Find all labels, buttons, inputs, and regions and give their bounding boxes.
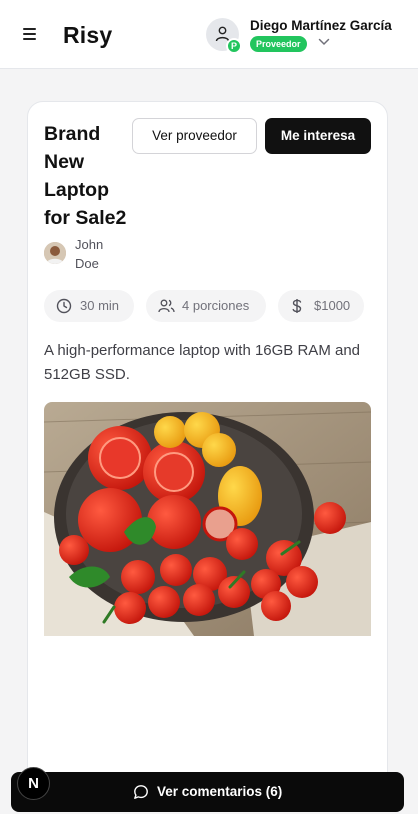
author-avatar: [44, 242, 66, 264]
view-comments-button[interactable]: Ver comentarios (6): [11, 772, 404, 812]
price-value: $1000: [314, 298, 351, 313]
product-title: Brand New Laptop for Sale2: [44, 123, 127, 229]
message-circle-icon: [134, 785, 148, 799]
dev-tools-badge[interactable]: N: [17, 767, 50, 800]
dollar-icon: [292, 299, 302, 313]
users-icon: [158, 299, 175, 313]
time-pill: 30 min: [44, 290, 134, 322]
view-comments-label: Ver comentarios (6): [157, 784, 283, 799]
portions-value: 4 porciones: [182, 298, 250, 313]
avatar-role-badge: P: [226, 38, 242, 54]
portions-pill: 4 porciones: [146, 290, 266, 322]
product-description: A high-performance laptop with 16GB RAM …: [44, 342, 361, 383]
clock-icon: [56, 298, 72, 314]
time-value: 30 min: [80, 298, 120, 313]
chevron-down-icon[interactable]: [318, 38, 330, 46]
user-avatar[interactable]: P: [206, 18, 242, 54]
top-bar: Risy P Diego Martínez García Proveedor: [0, 0, 418, 69]
interest-button[interactable]: Me interesa: [265, 118, 371, 154]
hamburger-icon[interactable]: [20, 24, 40, 44]
author-name[interactable]: John Doe: [75, 235, 115, 273]
brand-logo[interactable]: Risy: [63, 22, 112, 49]
price-pill: $1000: [278, 290, 364, 322]
view-provider-button[interactable]: Ver proveedor: [132, 118, 257, 154]
user-name[interactable]: Diego Martínez García: [250, 18, 392, 33]
role-badge: Proveedor: [250, 36, 307, 52]
product-image: [44, 402, 371, 636]
